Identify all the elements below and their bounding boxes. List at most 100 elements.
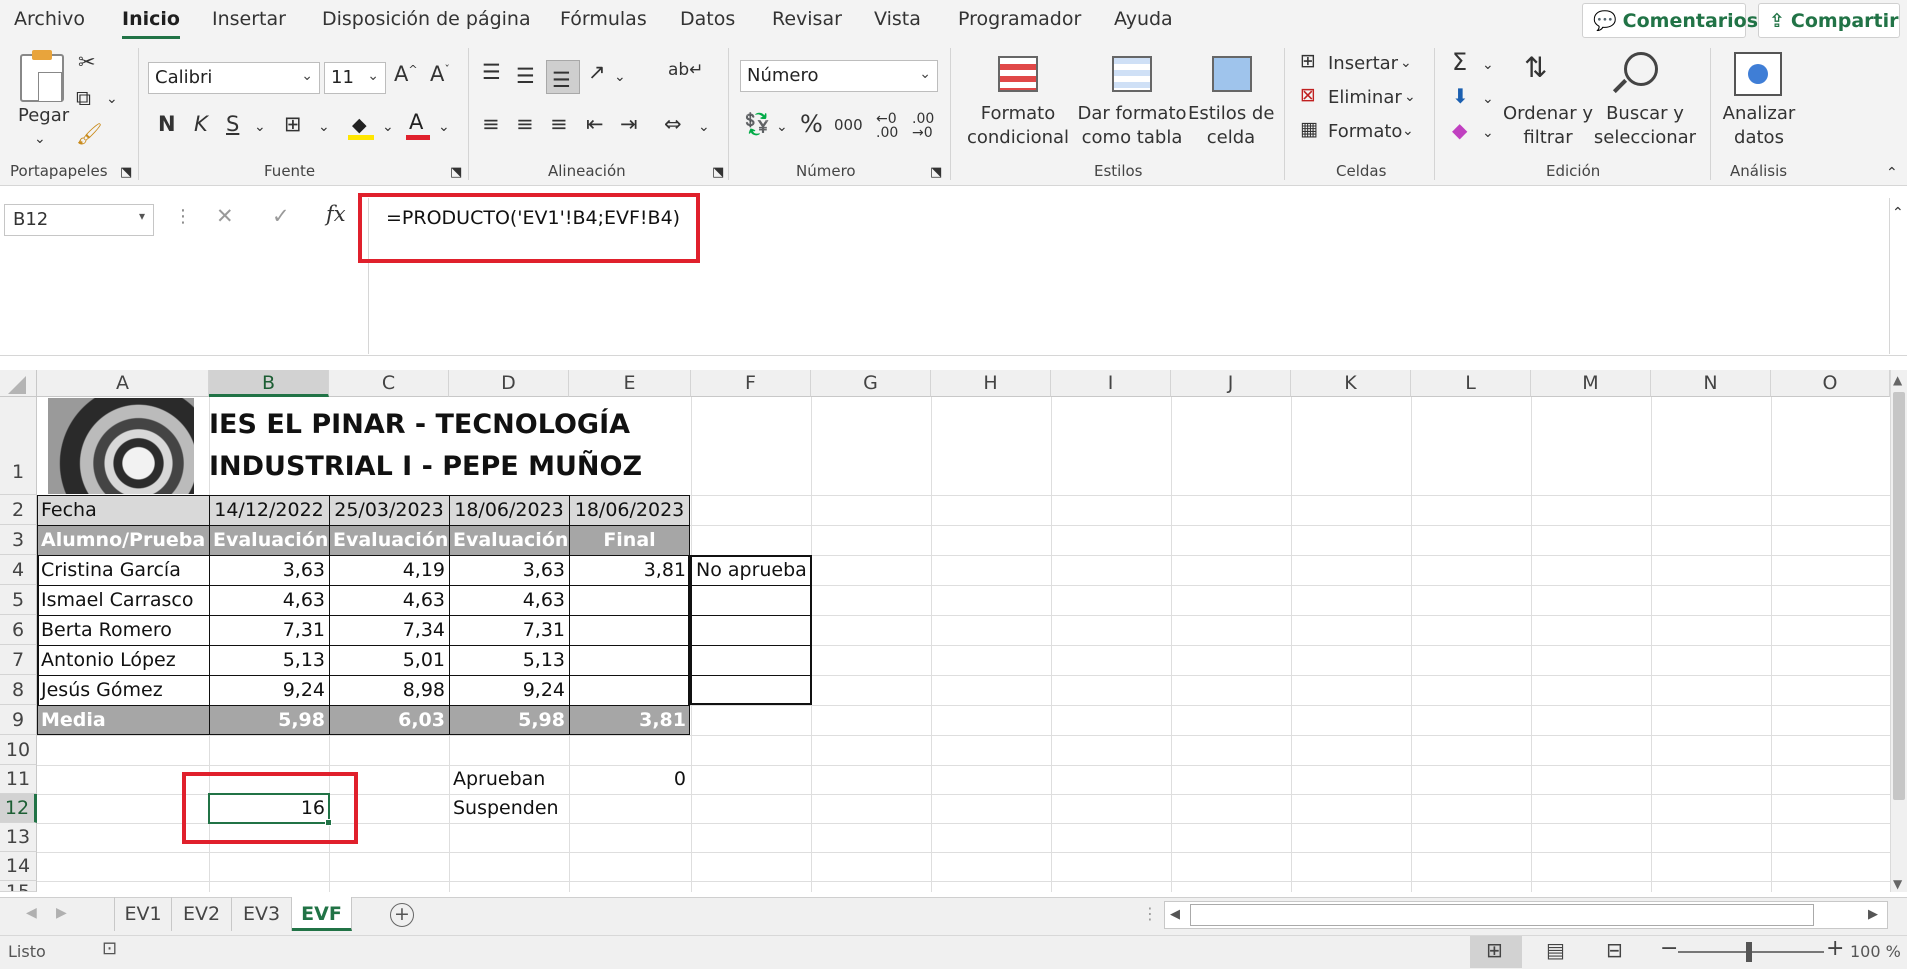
dialog-launcher-icon[interactable]: ⬔ — [450, 166, 462, 179]
tab-revisar[interactable]: Revisar — [772, 8, 842, 30]
date-label-cell[interactable]: Fecha — [37, 496, 209, 524]
zoom-out-icon[interactable]: − — [1660, 938, 1678, 960]
chevron-down-icon[interactable]: ⌄ — [614, 70, 626, 84]
tab-scroll-left-icon[interactable]: ◀ — [26, 906, 37, 920]
cancel-icon[interactable]: ✕ — [216, 206, 234, 227]
chevron-down-icon[interactable]: ⌄ — [698, 120, 710, 134]
analyze-data-label-2[interactable]: datos — [1716, 126, 1802, 150]
wrap-text-icon[interactable]: ab↵ — [668, 62, 703, 79]
tab-scroll-right-icon[interactable]: ▶ — [56, 906, 67, 920]
font-name-select[interactable]: Calibri ⌄ — [148, 62, 320, 94]
add-sheet-icon[interactable]: + — [390, 903, 414, 927]
col-header-b[interactable]: B — [209, 370, 329, 397]
chevron-down-icon[interactable]: ⌄ — [1482, 126, 1494, 140]
sort-filter-label-2[interactable]: filtrar — [1500, 126, 1596, 150]
align-middle-icon[interactable]: ☰ — [516, 66, 535, 87]
chevron-down-icon[interactable]: ⌄ — [438, 120, 450, 134]
find-select-label-1[interactable]: Buscar y — [1590, 102, 1700, 126]
page-break-icon[interactable]: ⊟ — [1606, 940, 1623, 960]
sheet-tab-ev3[interactable]: EV3 — [232, 897, 292, 931]
col-header-a[interactable]: A — [37, 370, 209, 397]
row-header-5[interactable]: 5 — [0, 585, 37, 615]
col-header-o[interactable]: O — [1771, 370, 1890, 397]
font-color-icon[interactable]: A — [406, 110, 430, 140]
vertical-scroll-thumb[interactable] — [1893, 392, 1905, 800]
header-cell-a3[interactable]: Alumno/Prueba — [37, 526, 209, 554]
row-header-12[interactable]: 12 — [0, 794, 37, 823]
search-icon[interactable] — [1624, 52, 1658, 86]
thousands-button[interactable]: 000 — [834, 118, 863, 133]
insert-cells-icon[interactable]: ⊞ — [1300, 52, 1316, 71]
underline-button[interactable]: S — [226, 114, 239, 135]
mean-cell[interactable]: 5,98 — [209, 706, 329, 734]
chevron-down-icon[interactable]: ⌄ — [254, 120, 266, 134]
borders-icon[interactable]: ⊞ — [284, 114, 302, 135]
score-cell[interactable]: 7,34 — [329, 616, 449, 644]
percent-button[interactable]: % — [800, 112, 823, 136]
mean-label-cell[interactable]: Media — [37, 706, 209, 734]
sheet-tab-ev2[interactable]: EV2 — [172, 897, 232, 931]
cell-styles-icon[interactable] — [1212, 56, 1252, 92]
scroll-down-icon[interactable]: ▼ — [1893, 878, 1902, 890]
merge-center-icon[interactable]: ⇔ — [664, 114, 682, 135]
row-header-7[interactable]: 7 — [0, 645, 37, 675]
col-header-d[interactable]: D — [449, 370, 569, 397]
student-name-cell[interactable]: Jesús Gómez — [37, 676, 209, 704]
chevron-down-icon[interactable]: ⌄ — [318, 120, 330, 134]
cut-icon[interactable]: ✂ — [78, 52, 96, 73]
pass-value-cell[interactable]: 0 — [569, 765, 690, 793]
format-as-table-icon[interactable] — [1112, 56, 1152, 92]
chevron-down-icon[interactable]: ⌄ — [776, 120, 788, 134]
comments-button[interactable]: 💬 Comentarios — [1582, 3, 1758, 38]
student-name-cell[interactable]: Ismael Carrasco — [37, 586, 209, 614]
row-header-1[interactable]: 1 — [0, 397, 37, 495]
orientation-icon[interactable]: ↗ — [588, 62, 606, 83]
sheet-tab-ev1[interactable]: EV1 — [114, 897, 172, 931]
date-cell-b2[interactable]: 14/12/2022 — [209, 496, 329, 524]
score-cell[interactable]: 4,63 — [329, 586, 449, 614]
col-header-n[interactable]: N — [1651, 370, 1771, 397]
increase-decimal-icon[interactable]: ←0.00 — [876, 112, 898, 140]
share-button[interactable]: ⇪ Compartir — [1758, 3, 1900, 38]
student-name-cell[interactable]: Berta Romero — [37, 616, 209, 644]
row-header-2[interactable]: 2 — [0, 495, 37, 525]
paste-button[interactable]: Pegar — [18, 104, 69, 128]
row-header-15[interactable]: 15 — [0, 881, 37, 892]
row-header-9[interactable]: 9 — [0, 705, 37, 735]
chevron-down-icon[interactable]: ⌄ — [1404, 90, 1416, 104]
grow-font-icon[interactable]: A^ — [394, 64, 418, 85]
analyze-data-label-1[interactable]: Analizar — [1716, 102, 1802, 126]
dialog-launcher-icon[interactable]: ⬔ — [712, 166, 724, 179]
copy-icon[interactable]: ⧉ — [76, 88, 91, 109]
scroll-left-icon[interactable]: ◀ — [1170, 908, 1180, 921]
splitter-icon[interactable]: ⋮ — [1142, 906, 1158, 922]
tab-datos[interactable]: Datos — [680, 8, 735, 30]
tab-formulas[interactable]: Fórmulas — [560, 8, 647, 30]
paste-icon[interactable] — [20, 50, 64, 102]
row-header-14[interactable]: 14 — [0, 852, 37, 881]
sheet-tab-evf[interactable]: EVF — [292, 897, 352, 931]
fail-label-cell[interactable]: Suspenden — [449, 794, 569, 822]
pass-label-cell[interactable]: Aprueban — [449, 765, 569, 793]
col-header-i[interactable]: I — [1051, 370, 1171, 397]
header-cell-d3[interactable]: Evaluación 3 — [449, 526, 569, 554]
conditional-format-label-2[interactable]: condicional — [962, 126, 1074, 150]
page-layout-icon[interactable]: ▤ — [1546, 940, 1565, 960]
clear-icon[interactable]: ◆ — [1452, 120, 1467, 140]
date-cell-e2[interactable]: 18/06/2023 — [569, 496, 690, 524]
row-header-13[interactable]: 13 — [0, 823, 37, 852]
delete-cells-icon[interactable]: ⊠ — [1300, 86, 1316, 105]
fill-color-icon[interactable]: ◆ — [348, 114, 374, 140]
zoom-level[interactable]: 100 % — [1850, 942, 1901, 961]
tab-programador[interactable]: Programador — [958, 8, 1081, 30]
delete-cells-button[interactable]: Eliminar — [1328, 86, 1402, 110]
row-header-10[interactable]: 10 — [0, 735, 37, 765]
header-cell-e3[interactable]: Final — [569, 526, 690, 554]
conditional-format-label-1[interactable]: Formato — [962, 102, 1074, 126]
score-cell[interactable]: 4,63 — [449, 586, 569, 614]
align-left-icon[interactable]: ≡ — [482, 114, 500, 135]
sort-filter-icon[interactable]: ⇅ — [1524, 54, 1547, 82]
zoom-slider-thumb[interactable] — [1746, 942, 1752, 962]
tab-archivo[interactable]: Archivo — [14, 8, 85, 30]
autosum-icon[interactable]: Σ — [1452, 50, 1467, 74]
